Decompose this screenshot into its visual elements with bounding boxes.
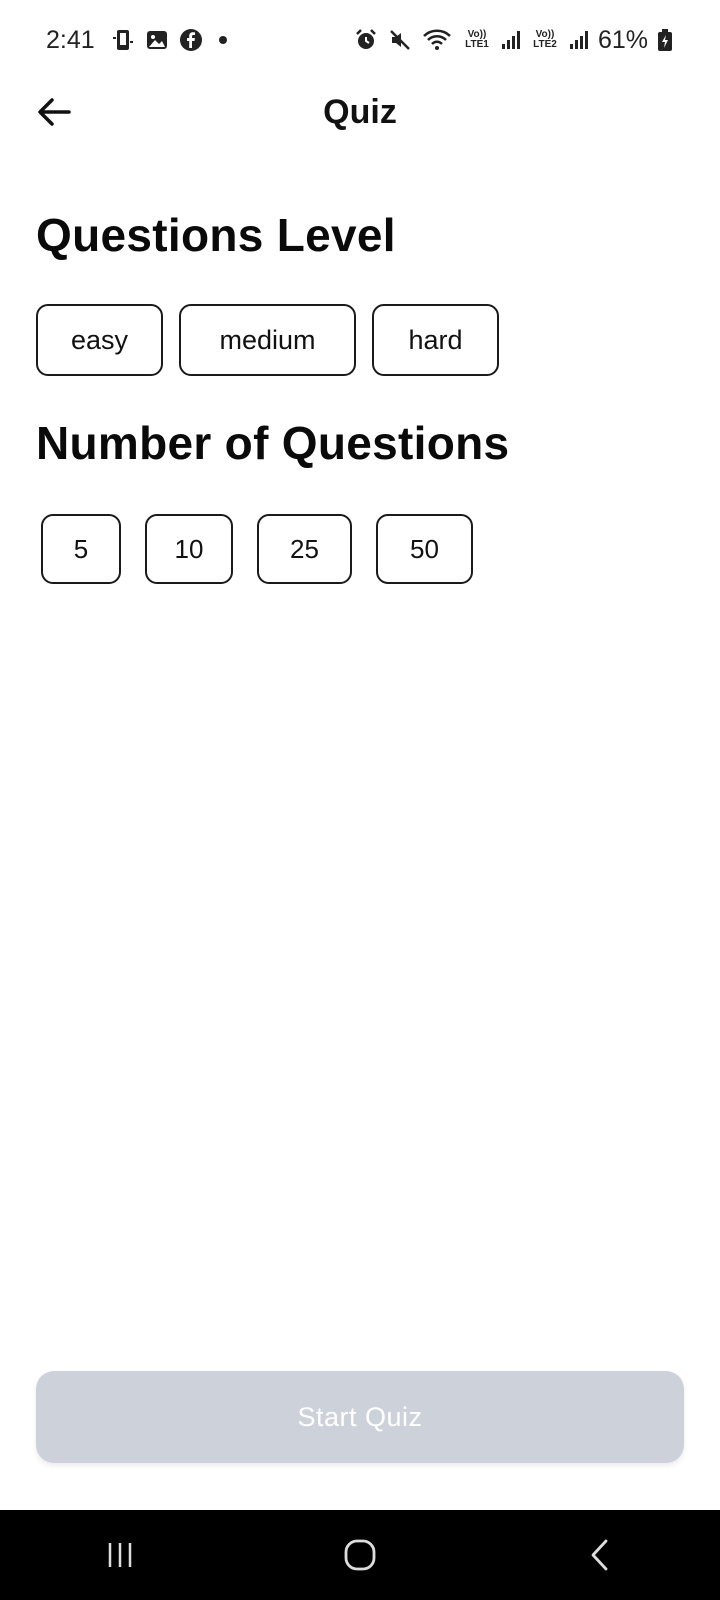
count-option-50[interactable]: 50 (376, 514, 473, 584)
mute-icon (388, 28, 412, 52)
facebook-icon (179, 28, 203, 52)
status-bar-right: Vo)) LTE1 Vo)) LTE2 61% (354, 26, 672, 55)
recent-apps-button[interactable] (80, 1525, 160, 1585)
arrow-left-icon (38, 98, 71, 126)
gallery-icon (145, 28, 169, 52)
phone-sync-icon (111, 28, 135, 52)
level-option-easy[interactable]: easy (36, 304, 163, 376)
back-icon (591, 1539, 608, 1571)
start-quiz-button[interactable]: Start Quiz (36, 1371, 684, 1463)
battery-charging-icon (658, 28, 672, 52)
count-section-title: Number of Questions (36, 417, 510, 469)
home-icon (344, 1539, 376, 1571)
page-title: Quiz (323, 92, 397, 131)
app-bar: Quiz (0, 80, 720, 144)
network-2-label: Vo)) LTE2 (533, 29, 557, 50)
count-option-10[interactable]: 10 (145, 514, 233, 584)
alarm-icon (354, 28, 378, 52)
signal-icon (501, 31, 520, 49)
battery-percent: 61% (597, 25, 648, 54)
network-1-label: Vo)) LTE1 (465, 29, 489, 50)
recent-apps-icon (108, 1543, 132, 1567)
quiz-screen: 2:41 Vo)) LTE1 Vo)) LTE2 61% Quiz Questi… (0, 0, 720, 1600)
count-option-25[interactable]: 25 (257, 514, 352, 584)
nav-back-button[interactable] (560, 1525, 640, 1585)
count-options: 5 10 25 50 (41, 514, 473, 584)
back-button[interactable] (34, 92, 74, 132)
level-options: easy medium hard (36, 304, 499, 376)
wifi-icon (422, 28, 452, 52)
level-option-hard[interactable]: hard (372, 304, 499, 376)
count-option-5[interactable]: 5 (41, 514, 121, 584)
clock: 2:41 (46, 25, 95, 54)
level-section-title: Questions Level (36, 209, 396, 261)
signal-icon (569, 31, 588, 49)
status-bar: 2:41 Vo)) LTE1 Vo)) LTE2 61% (0, 0, 720, 80)
system-nav-bar (0, 1510, 720, 1600)
home-button[interactable] (320, 1525, 400, 1585)
status-bar-left: 2:41 (46, 26, 227, 55)
level-option-medium[interactable]: medium (179, 304, 356, 376)
notification-dot (218, 36, 227, 44)
